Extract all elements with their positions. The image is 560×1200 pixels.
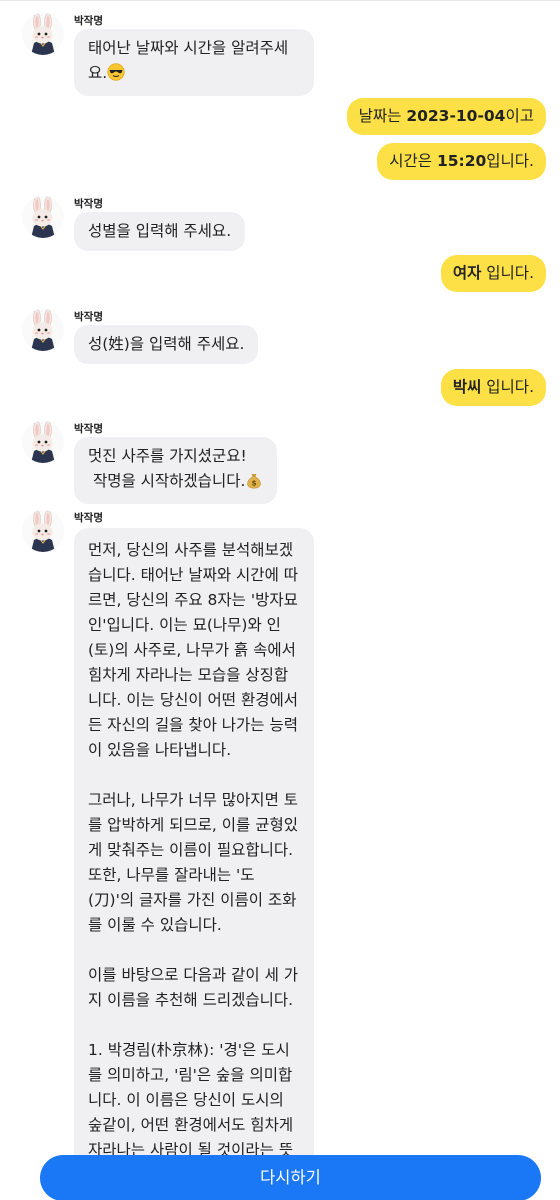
time-value: 15:20 <box>436 152 487 170</box>
rabbit-avatar-icon <box>22 510 64 552</box>
bot-bubble: 성별을 입력해 주세요. <box>74 212 246 251</box>
message-text: 성별을 입력해 주세요. <box>88 222 232 240</box>
bot-bubble: 성(姓)을 입력해 주세요. <box>74 325 259 364</box>
rabbit-avatar-icon <box>22 196 64 238</box>
surname-value: 박씨 <box>452 378 482 396</box>
message-text: 성(姓)을 입력해 주세요. <box>88 335 245 353</box>
bot-name: 박작명 <box>74 198 103 210</box>
message-text: 작명을 시작하겠습니다. <box>88 472 246 490</box>
message-text: 먼저, 당신의 사주를 분석해보겠습니다. 태어난 날짜와 시간에 따르면, 당… <box>88 541 299 1184</box>
chat-area: 박작명 태어난 날짜와 시간을 알려주세 요. 날짜는 2023-10-04이고… <box>0 0 560 1200</box>
user-bubble: 박씨 입니다. <box>440 369 546 406</box>
money-bag-emoji-icon: $ <box>245 471 263 497</box>
message-text: 이고 <box>505 107 534 125</box>
user-bubble: 날짜는 2023-10-04이고 <box>346 98 546 135</box>
bot-name: 박작명 <box>74 423 103 435</box>
user-bubble: 시간은 15:20입니다. <box>377 143 546 180</box>
bot-name: 박작명 <box>74 512 103 524</box>
message-text: 멋진 사주를 가지셨군요! <box>88 447 247 465</box>
message-text: 입니다. <box>486 152 534 170</box>
bot-bubble: 먼저, 당신의 사주를 분석해보겠습니다. 태어난 날짜와 시간에 따르면, 당… <box>74 528 314 1200</box>
bot-bubble: 멋진 사주를 가지셨군요! 작명을 시작하겠습니다. $ <box>74 437 278 504</box>
sunglasses-emoji-icon <box>107 63 125 89</box>
bot-name: 박작명 <box>74 311 103 323</box>
gender-value: 여자 <box>452 264 482 282</box>
message-text: 시간은 <box>389 152 437 170</box>
rabbit-avatar-icon <box>22 421 64 463</box>
svg-text:$: $ <box>252 480 257 488</box>
bot-bubble: 태어난 날짜와 시간을 알려주세 요. <box>74 29 314 96</box>
user-bubble: 여자 입니다. <box>440 255 546 292</box>
bot-name: 박작명 <box>74 15 103 27</box>
message-text: 입니다. <box>481 264 534 282</box>
message-text: 날짜는 <box>358 107 407 125</box>
rabbit-avatar-icon <box>22 13 64 55</box>
message-text: 입니다. <box>481 378 534 396</box>
retry-button[interactable]: 다시하기 <box>40 1155 541 1200</box>
rabbit-avatar-icon <box>22 309 64 351</box>
date-value: 2023-10-04 <box>406 107 506 125</box>
